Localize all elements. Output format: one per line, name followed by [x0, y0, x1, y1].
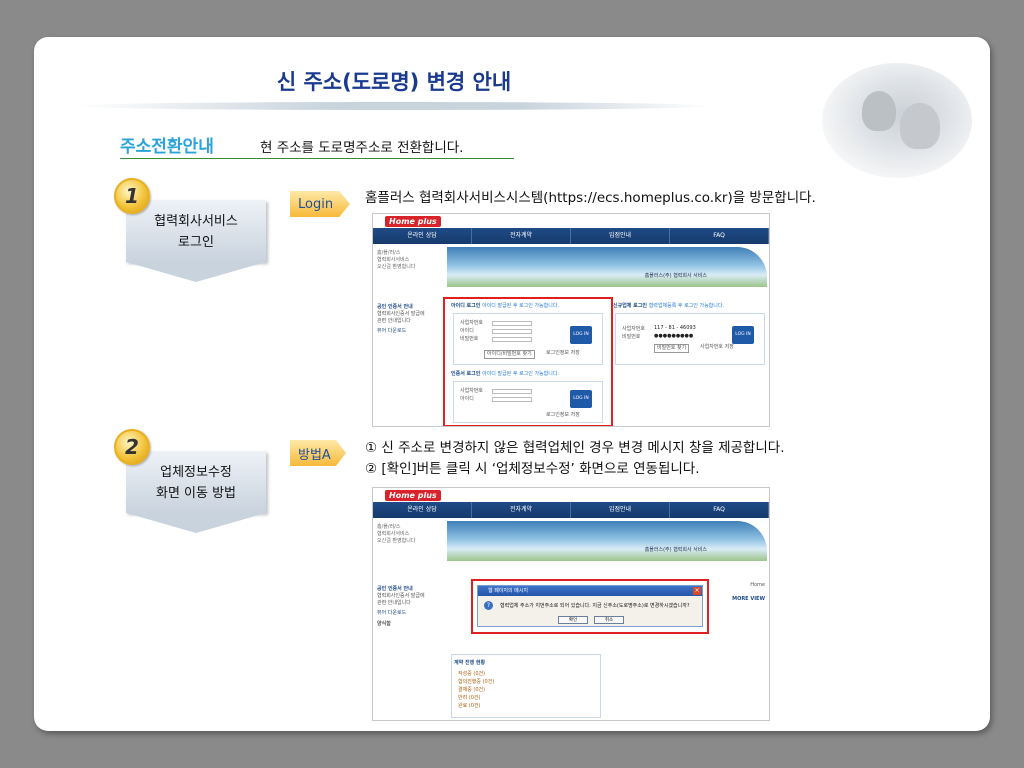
contract-item[interactable]: 작성중 (0건) [458, 671, 485, 678]
page-title: 신 주소(도로명) 변경 안내 [276, 70, 512, 94]
nav-item[interactable]: 전자계약 [472, 228, 571, 244]
step-2: 업체정보수정 화면 이동 방법 2 [114, 429, 270, 543]
nav-item[interactable]: 전자계약 [472, 502, 571, 518]
nav-item[interactable]: 온라인 상담 [373, 502, 472, 518]
contract-item[interactable]: 반려 (0건) [458, 695, 480, 702]
contract-item[interactable]: 완료 (0건) [458, 703, 480, 710]
nav-item[interactable]: 온라인 상담 [373, 228, 472, 244]
banner: 홈플러스(주) 협력회사 서비스 [447, 247, 767, 287]
contract-item[interactable]: 결재중 (0건) [458, 687, 485, 694]
more-view-link[interactable]: MORE VIEW [732, 596, 765, 603]
home-link[interactable]: Home [750, 582, 765, 589]
side-welcome: 홈/플/러/스 협력회사서비스 오신걸 환영합니다 [377, 524, 416, 544]
step-2-label: 업체정보수정 화면 이동 방법 [126, 451, 266, 513]
slide: 신 주소(도로명) 변경 안내 주소전환안내 현 주소를 도로명주소로 전환합니… [34, 37, 990, 731]
new-login-title: 신규업체 로그인 협력업체등록 후 로그인 가능합니다. [613, 303, 725, 309]
decorative-people-image [822, 63, 972, 178]
highlight-box [443, 297, 613, 426]
homeplus-message-screenshot: Home plus 온라인 상담 전자계약 입점안내 FAQ 홈/플/러/스 협력… [372, 487, 770, 721]
contract-item[interactable]: 합의진행중 (0건) [458, 679, 494, 686]
login-tag: Login [290, 191, 350, 217]
nav-item[interactable]: FAQ [670, 228, 769, 244]
biz-number-value[interactable]: 117 - 81 - 46093 [654, 325, 696, 332]
step-1-desc: 홈플러스 협력회사서비스시스템(https://ecs.homeplus.co.… [365, 190, 816, 206]
step-1-number: 1 [114, 178, 150, 214]
section-underline [120, 158, 514, 159]
nav-item[interactable]: FAQ [670, 502, 769, 518]
homeplus-login-screenshot: Home plus 온라인 상담 전자계약 입점안내 FAQ 홈/플/러/스 협력… [372, 213, 770, 427]
new-login-button[interactable]: LOG IN [732, 326, 754, 344]
new-login-panel: 사업자번호 비밀번호 117 - 81 - 46093 ●●●●●●●●● LO… [615, 313, 765, 365]
top-nav: 온라인 상담 전자계약 입점안내 FAQ [373, 228, 769, 244]
step-2-desc: ① 신 주소로 변경하지 않은 협력업체인 경우 변경 메시지 창을 제공합니다… [365, 440, 785, 477]
password-value[interactable]: ●●●●●●●●● [654, 333, 693, 340]
contract-status-panel: 계약 진행 현황 작성중 (0건) 합의진행중 (0건) 결재중 (0건) 반려… [451, 654, 601, 718]
top-nav: 온라인 상담 전자계약 입점안내 FAQ [373, 502, 769, 518]
step-2-number: 2 [114, 429, 150, 465]
method-a-tag: 방법A [290, 440, 346, 466]
step-1: 협력회사서비스 로그인 1 [114, 178, 270, 292]
step-1-label: 협력회사서비스 로그인 [126, 200, 266, 262]
nav-item[interactable]: 입점안내 [571, 228, 670, 244]
side-welcome: 홈/플/러/스 협력회사서비스 오신걸 환영합니다 [377, 250, 416, 270]
highlight-box [471, 579, 709, 634]
save-biz-checkbox[interactable]: 사업자번호 저장 [700, 344, 734, 351]
banner: 홈플러스(주) 협력회사 서비스 [447, 521, 767, 561]
section-desc: 현 주소를 도로명주소로 전환합니다. [260, 140, 464, 156]
find-password-button[interactable]: 비밀번호 찾기 [654, 344, 690, 353]
cert-guide: 공인 인증서 안내 협력회사인증서 발급에 관련 안내입니다 뷰어 다운로드 양식… [377, 586, 425, 627]
nav-item[interactable]: 입점안내 [571, 502, 670, 518]
title-bar: 신 주소(도로명) 변경 안내 [74, 62, 714, 110]
section-title: 주소전환안내 [120, 137, 214, 157]
homeplus-logo: Home plus [385, 490, 441, 501]
cert-guide: 공인 인증서 안내 협력회사인증서 발급에 관련 안내입니다 뷰어 다운로드 [377, 304, 425, 334]
homeplus-logo: Home plus [385, 216, 441, 227]
